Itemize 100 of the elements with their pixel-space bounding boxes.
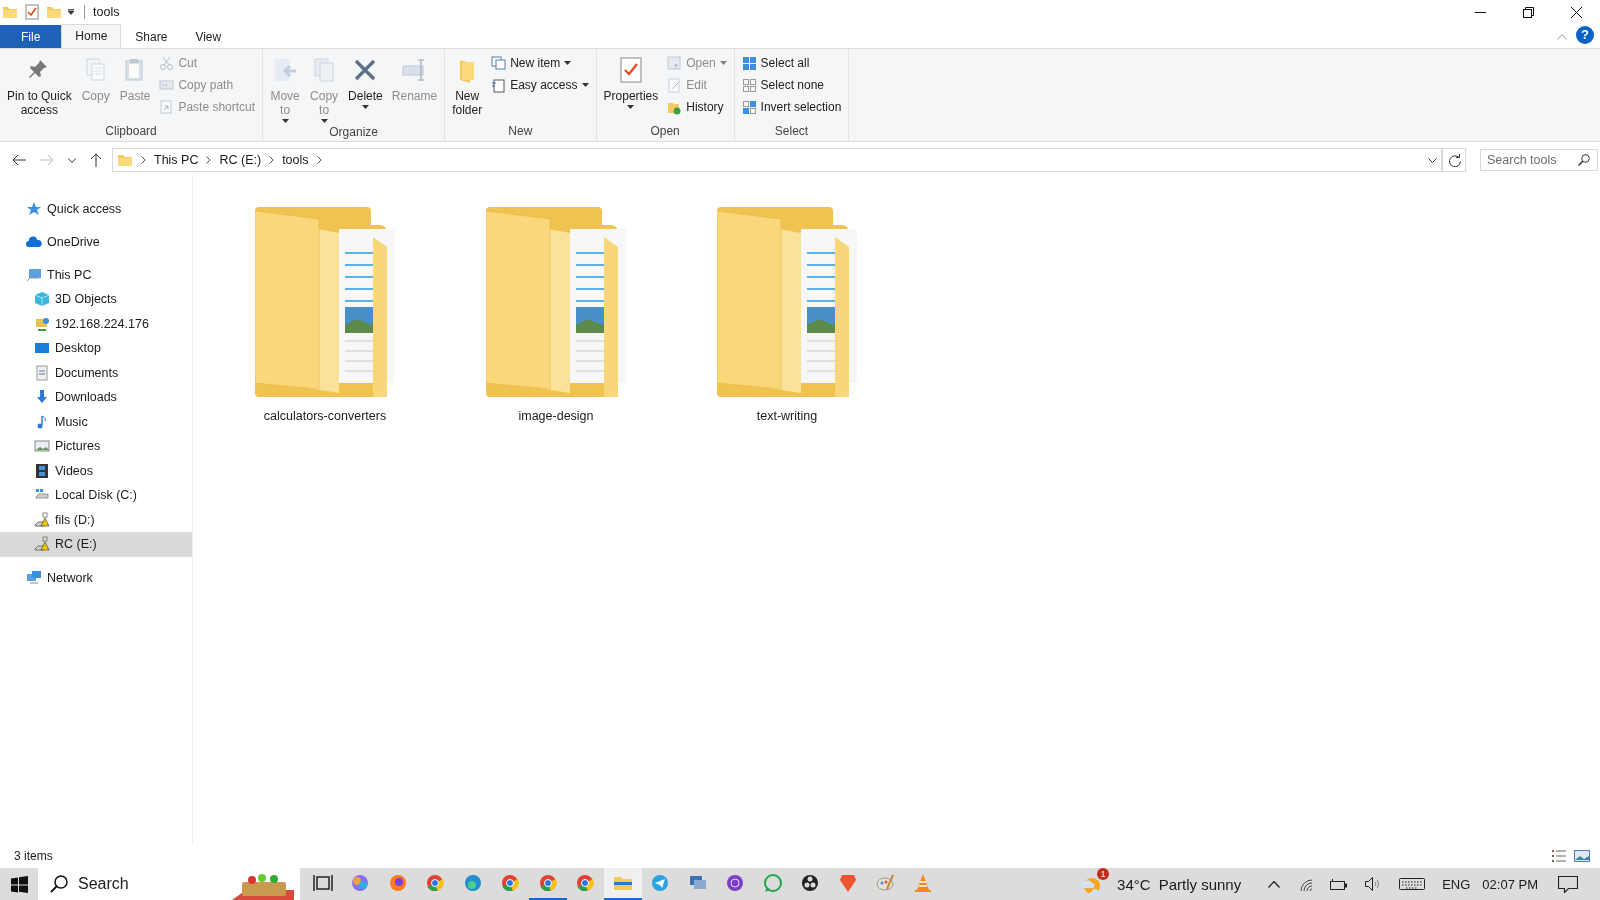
easy-access-icon xyxy=(491,77,507,93)
pictures-icon xyxy=(34,438,50,455)
group-label: Organize xyxy=(328,124,379,141)
start-icon[interactable] xyxy=(10,875,28,893)
folder-item[interactable]: image-design xyxy=(458,205,654,423)
select-all-icon xyxy=(741,55,757,71)
close-icon[interactable] xyxy=(1571,6,1582,18)
large-icons-view-icon[interactable] xyxy=(1574,850,1590,862)
select-none-icon xyxy=(741,77,757,93)
breadcrumb-item[interactable]: This PC xyxy=(154,153,199,167)
nav-item[interactable]: Music xyxy=(0,409,192,434)
details-view-icon[interactable] xyxy=(1552,850,1566,862)
file-tab[interactable]: File xyxy=(0,25,62,48)
ribbon-button[interactable]: Select all xyxy=(737,53,846,73)
ribbon-button[interactable]: Select none xyxy=(737,75,846,95)
nav-item[interactable]: OneDrive xyxy=(0,230,192,254)
nav-item[interactable]: 192.168.224.176 xyxy=(0,311,192,336)
ribbon-button[interactable]: History xyxy=(663,97,731,117)
nav-item[interactable]: Network xyxy=(0,565,192,590)
wifi-icon[interactable] xyxy=(1298,877,1313,891)
open-icon xyxy=(667,55,683,71)
star-icon xyxy=(26,201,42,217)
ribbon-tab[interactable]: Share xyxy=(121,25,182,48)
window-title: tools xyxy=(84,5,120,19)
refresh-icon[interactable] xyxy=(1447,153,1461,167)
weather-temperature[interactable]: 34°C xyxy=(1117,875,1151,893)
group-label: Open xyxy=(649,123,681,140)
invert-selection-icon xyxy=(741,99,757,115)
network-drive-icon xyxy=(34,315,50,332)
network-icon xyxy=(26,569,42,586)
film-icon xyxy=(34,462,50,479)
ribbon-button[interactable]: Invert selection xyxy=(737,97,846,117)
folder-icon xyxy=(255,207,395,397)
notification-icon[interactable] xyxy=(1558,875,1578,893)
checklist-icon xyxy=(617,57,644,83)
drive-warning-icon xyxy=(34,511,50,528)
nav-item[interactable]: This PC xyxy=(0,263,192,287)
ribbon-button[interactable]: New folder xyxy=(448,51,487,123)
checklist-icon[interactable] xyxy=(24,4,40,20)
shortcut-icon xyxy=(159,99,175,115)
nav-item[interactable]: RC (E:) xyxy=(0,532,192,557)
ribbon-button[interactable]: New item xyxy=(487,53,593,73)
chevron-down-icon[interactable] xyxy=(68,157,76,163)
computer-icon xyxy=(26,267,42,283)
search-field[interactable]: Search tools xyxy=(1480,149,1598,171)
folder-item[interactable]: calculators-converters xyxy=(227,205,423,423)
nav-item[interactable]: 3D Objects xyxy=(0,287,192,312)
chevron-up-icon[interactable] xyxy=(1268,880,1281,888)
path-icon xyxy=(159,77,175,93)
nav-item[interactable]: fils (D:) xyxy=(0,507,192,532)
chevron-down-icon[interactable] xyxy=(1428,157,1437,163)
battery-icon[interactable] xyxy=(1330,878,1348,890)
folder-icon xyxy=(486,207,626,397)
cloud-icon xyxy=(26,234,42,250)
edit-icon xyxy=(667,77,683,93)
nav-item[interactable]: Quick access xyxy=(0,197,192,221)
nav-item[interactable]: Videos xyxy=(0,458,192,483)
nav-item[interactable]: Downloads xyxy=(0,385,192,410)
item-count: 3 items xyxy=(14,849,53,863)
nav-item[interactable]: Local Disk (C:) xyxy=(0,483,192,508)
ribbon-button[interactable]: Delete xyxy=(344,51,387,124)
ribbon-tab[interactable]: View xyxy=(181,25,236,48)
ribbon-tab[interactable]: Home xyxy=(61,24,122,48)
nav-item[interactable]: Pictures xyxy=(0,434,192,459)
cube-icon xyxy=(34,291,50,308)
group-label: Select xyxy=(773,123,810,140)
up-arrow-icon[interactable] xyxy=(90,153,102,167)
weather-condition[interactable]: Partly sunny xyxy=(1158,875,1242,893)
caret-icon[interactable] xyxy=(68,9,74,15)
back-arrow-icon[interactable] xyxy=(12,154,26,166)
chevron-right-icon xyxy=(316,156,322,164)
address-bar[interactable]: This PC RC (E:) tools xyxy=(112,148,1442,172)
chevron-right-icon xyxy=(206,156,212,164)
document-icon xyxy=(34,364,50,381)
restore-icon[interactable] xyxy=(1523,6,1534,18)
language-indicator[interactable]: ENG xyxy=(1442,876,1471,892)
group-label: Clipboard xyxy=(104,123,158,140)
minimize-icon[interactable] xyxy=(1475,11,1486,13)
help-button[interactable]: ? xyxy=(1576,26,1594,44)
nav-item[interactable]: Documents xyxy=(0,360,192,385)
scissors-icon xyxy=(159,55,175,71)
drive-warning-icon xyxy=(34,536,50,553)
breadcrumb-item[interactable]: RC (E:) xyxy=(219,153,262,167)
folder-item[interactable]: text-writing xyxy=(689,205,885,423)
folder-icon xyxy=(717,207,857,397)
chevron-right-icon xyxy=(141,156,146,164)
nav-item[interactable]: Desktop xyxy=(0,336,192,361)
group-label: New xyxy=(507,123,534,140)
move-icon xyxy=(272,57,299,83)
new-item-icon xyxy=(491,55,507,71)
notification-badge: 1 xyxy=(1097,868,1110,880)
clock[interactable]: 02:07 PM xyxy=(1482,876,1538,892)
ribbon-button[interactable]: Properties xyxy=(599,51,663,123)
breadcrumb-item[interactable]: tools xyxy=(282,153,309,167)
keyboard-icon[interactable] xyxy=(1399,878,1426,890)
ribbon-button[interactable]: Pin to Quick access xyxy=(3,51,76,123)
chevron-right-icon xyxy=(269,156,275,164)
speaker-icon[interactable] xyxy=(1365,877,1382,891)
folder-icon xyxy=(117,152,133,168)
ribbon-button[interactable]: Easy access xyxy=(487,75,593,95)
